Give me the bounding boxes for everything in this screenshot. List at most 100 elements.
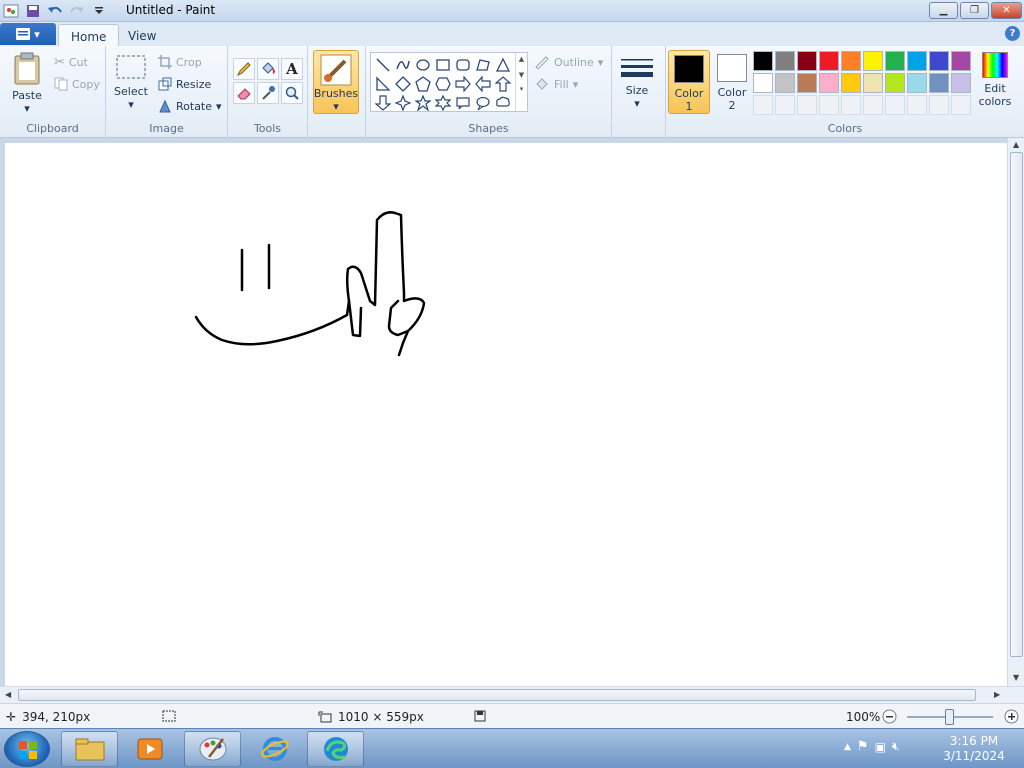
minimize-button[interactable]: ▁ — [929, 2, 958, 19]
five-point-star-shape-icon[interactable] — [413, 93, 433, 112]
zoom-level: 100% — [846, 710, 881, 724]
close-button[interactable]: ✕ — [991, 2, 1022, 19]
cloud-callout-shape-icon[interactable] — [493, 93, 513, 112]
copy-icon — [54, 77, 68, 91]
brushes-group — [308, 46, 366, 138]
zoom-out-button[interactable] — [882, 709, 897, 724]
horizontal-scrollbar[interactable]: ◀ ▶ — [0, 686, 1024, 703]
clipboard-group: Paste ▾ ✂ Cut Copy Clipboard — [0, 46, 106, 138]
text-tool-icon[interactable]: A — [281, 58, 303, 80]
horizontal-scroll-thumb[interactable] — [18, 689, 976, 701]
rectangle-shape-icon[interactable] — [433, 55, 453, 74]
save-icon[interactable] — [24, 2, 42, 20]
scroll-up-icon[interactable]: ▲ — [516, 55, 527, 63]
triangle-shape-icon[interactable] — [493, 55, 513, 74]
paint-app-icon[interactable] — [2, 2, 20, 20]
down-arrow-shape-icon[interactable] — [373, 93, 393, 112]
title-bar: Untitled - Paint ▁ ❐ ✕ — [0, 0, 1024, 22]
volume-muted-icon[interactable]: 🔇︎ — [892, 739, 900, 754]
pentagon-shape-icon[interactable] — [413, 74, 433, 93]
cursor-position: ✛ 394, 210px — [6, 710, 91, 724]
internet-explorer-icon — [260, 737, 289, 761]
chevron-down-icon: ▾ — [216, 99, 222, 113]
redo-icon[interactable] — [68, 2, 86, 20]
paste-button[interactable]: Paste ▾ — [8, 52, 46, 115]
outline-button[interactable]: Outline ▾ — [534, 52, 603, 72]
clock-date: 3/11/2024 — [943, 749, 1005, 763]
zoom-slider-thumb[interactable] — [945, 709, 954, 725]
taskbar-edge[interactable] — [307, 731, 364, 767]
rotate-label: Rotate — [176, 99, 213, 113]
resize-button[interactable]: Resize — [158, 74, 211, 94]
scroll-up-icon[interactable]: ▲ — [1013, 140, 1019, 149]
help-icon[interactable]: ? — [1005, 26, 1020, 41]
copy-button[interactable]: Copy — [54, 74, 100, 94]
rotate-icon — [159, 99, 171, 113]
network-icon[interactable]: ▣ — [875, 740, 886, 754]
zoom-in-button[interactable] — [1004, 709, 1019, 724]
scroll-down-icon[interactable]: ▼ — [1013, 673, 1019, 682]
start-button[interactable] — [4, 731, 50, 767]
crop-button[interactable]: Crop — [158, 52, 202, 72]
clock-time: 3:16 PM — [949, 734, 999, 748]
scroll-right-icon[interactable]: ▶ — [994, 690, 1000, 699]
vertical-scroll-thumb[interactable] — [1010, 152, 1023, 657]
curve-shape-icon[interactable] — [393, 55, 413, 74]
shapes-scrollbar[interactable]: ▲ ▼ ▾ — [515, 53, 527, 111]
zoom-in-icon — [1004, 709, 1019, 724]
four-point-star-shape-icon[interactable] — [393, 93, 413, 112]
taskbar-paint[interactable] — [184, 731, 241, 767]
hexagon-shape-icon[interactable] — [433, 74, 453, 93]
eraser-icon[interactable] — [233, 82, 255, 104]
cut-button[interactable]: ✂ Cut — [54, 52, 88, 72]
oval-shape-icon[interactable] — [413, 55, 433, 74]
vertical-scrollbar[interactable]: ▲ ▼ — [1007, 138, 1024, 686]
expand-gallery-icon[interactable]: ▾ — [516, 85, 527, 93]
menu-icon — [16, 28, 31, 40]
scroll-left-icon[interactable]: ◀ — [5, 690, 11, 699]
window-controls: ▁ ❐ ✕ — [929, 2, 1022, 19]
line-shape-icon[interactable] — [373, 55, 393, 74]
maximize-button[interactable]: ❐ — [960, 2, 989, 19]
up-arrow-shape-icon[interactable] — [493, 74, 513, 93]
paste-label: Paste — [12, 89, 42, 102]
taskbar-media-player[interactable] — [121, 731, 178, 767]
fill-button[interactable]: Fill ▾ — [534, 74, 578, 94]
crosshair-icon: ✛ — [6, 710, 17, 724]
taskbar-internet-explorer[interactable] — [246, 731, 303, 767]
system-clock[interactable]: 3:16 PM 3/11/2024 — [930, 734, 1018, 764]
diamond-shape-icon[interactable] — [393, 74, 413, 93]
tab-home[interactable]: Home — [58, 24, 120, 46]
chevron-down-icon: ▾ — [34, 27, 40, 41]
drawing-strokes — [194, 211, 426, 357]
window-title: Untitled - Paint — [126, 3, 216, 17]
customize-qat-icon[interactable] — [90, 2, 108, 20]
canvas-size-icon — [318, 711, 332, 723]
tab-view[interactable]: View — [116, 24, 168, 46]
drawing-canvas[interactable] — [5, 143, 1007, 686]
magnifier-icon[interactable] — [281, 82, 303, 104]
left-arrow-shape-icon[interactable] — [473, 74, 493, 93]
color-picker-icon[interactable] — [257, 82, 279, 104]
action-center-flag-icon[interactable]: ⚑ — [857, 739, 869, 754]
rounded-callout-shape-icon[interactable] — [453, 93, 473, 112]
oval-callout-shape-icon[interactable] — [473, 93, 493, 112]
workspace: ▲ ▼ — [0, 138, 1024, 686]
colors-group: Colors — [666, 46, 1024, 138]
undo-icon[interactable] — [46, 2, 64, 20]
polygon-shape-icon[interactable] — [473, 55, 493, 74]
right-arrow-shape-icon[interactable] — [453, 74, 473, 93]
paint-menu-button[interactable]: ▾ — [0, 23, 56, 45]
fill-bucket-icon[interactable] — [257, 58, 279, 80]
rounded-rectangle-shape-icon[interactable] — [453, 55, 473, 74]
scroll-down-icon[interactable]: ▼ — [516, 71, 527, 79]
six-point-star-shape-icon[interactable] — [433, 93, 453, 112]
right-triangle-shape-icon[interactable] — [373, 74, 393, 93]
taskbar-explorer[interactable] — [61, 731, 118, 767]
rotate-button[interactable]: Rotate ▾ — [158, 96, 222, 116]
quick-access-toolbar — [2, 2, 108, 20]
show-hidden-icons-icon[interactable]: ▲ — [844, 742, 851, 752]
pencil-icon[interactable] — [233, 58, 255, 80]
minimize-icon: ▁ — [939, 5, 948, 16]
select-button[interactable]: Select ▾ — [114, 54, 148, 114]
